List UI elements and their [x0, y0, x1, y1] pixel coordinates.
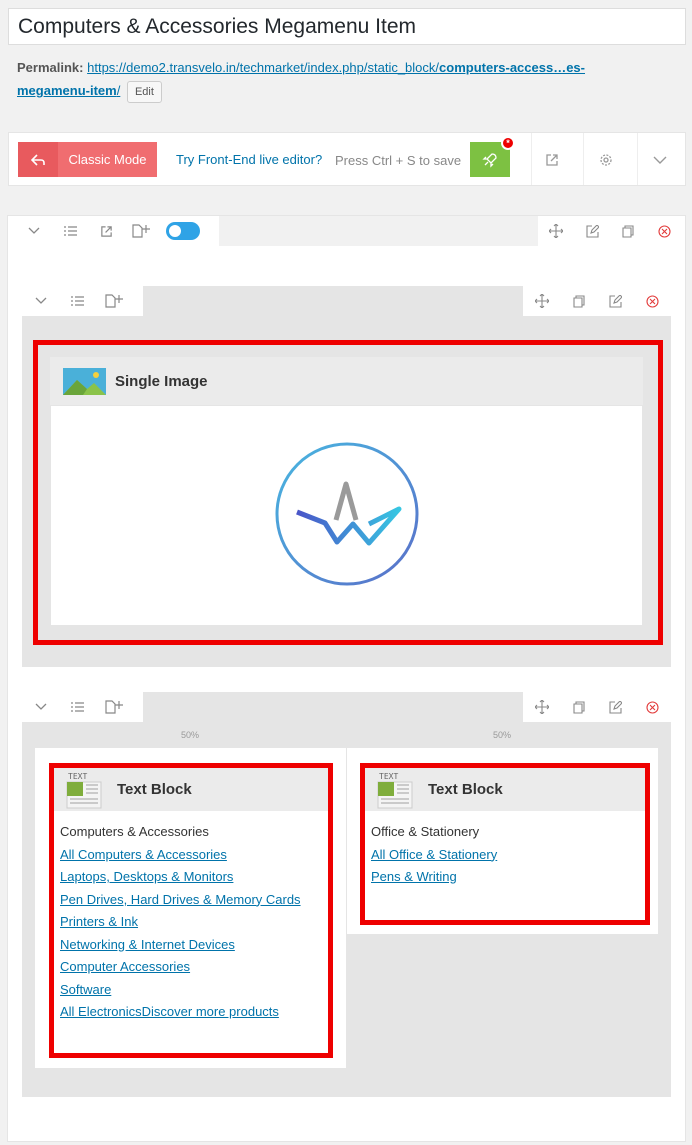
move-icon[interactable] — [538, 216, 574, 246]
delete-icon[interactable] — [634, 692, 671, 722]
save-hint: Press Ctrl + S to save — [335, 153, 462, 168]
move-icon[interactable] — [523, 286, 560, 316]
chevron-down-icon[interactable] — [22, 286, 59, 316]
chevron-down-icon[interactable] — [650, 150, 670, 170]
menu-link[interactable]: Laptops, Desktops & Monitors — [60, 866, 301, 889]
delete-icon[interactable] — [646, 216, 682, 246]
add-column-icon[interactable] — [96, 286, 133, 316]
text-block-2-title: Text Block — [428, 781, 503, 798]
share-icon[interactable] — [542, 150, 562, 170]
edit-permalink-button[interactable]: Edit — [126, 80, 162, 103]
classic-mode-button[interactable]: Classic Mode — [18, 142, 157, 177]
row-controls-right — [523, 692, 671, 722]
text-block-icon-label: TEXT — [68, 772, 87, 781]
chevron-down-icon[interactable] — [22, 692, 59, 722]
menu-link[interactable]: All Computers & Accessories — [60, 844, 301, 867]
chevron-down-icon[interactable] — [16, 216, 52, 246]
permalink-label: Permalink: — [17, 60, 84, 75]
single-image-body — [50, 405, 643, 626]
text-block-2-content: Office & Stationery All Office & Station… — [371, 821, 497, 889]
clone-icon[interactable] — [560, 286, 597, 316]
delete-icon[interactable] — [634, 286, 671, 316]
unsaved-badge: * — [501, 136, 515, 150]
row-single-image: Single Image — [22, 286, 671, 667]
text-block-1-title: Text Block — [117, 781, 192, 798]
image-icon — [63, 367, 106, 395]
post-title-text: Computers & Accessories Megamenu Item — [18, 14, 416, 38]
text-block-1-header[interactable]: TEXT Text Block — [54, 768, 328, 811]
text-block-2-heading: Office & Stationery — [371, 824, 480, 839]
row-controls-right — [523, 286, 671, 316]
menu-link[interactable]: Pens & Writing — [371, 866, 497, 889]
text-block-icon: TEXT — [377, 772, 413, 808]
move-icon[interactable] — [523, 692, 560, 722]
list-icon[interactable] — [59, 692, 96, 722]
permalink-link[interactable]: https://demo2.transvelo.in/techmarket/in… — [17, 60, 585, 98]
clone-icon[interactable] — [610, 216, 646, 246]
section-controls-left — [8, 216, 219, 246]
edit-icon[interactable] — [597, 692, 634, 722]
row-controls-left — [22, 692, 143, 722]
text-block-1-heading: Computers & Accessories — [60, 824, 209, 839]
text-block-icon: TEXT — [66, 772, 102, 808]
section-toggle[interactable] — [166, 222, 200, 240]
clone-icon[interactable] — [560, 692, 597, 722]
editor-panel: Single Image 50% TEXT Text Block Compute… — [7, 215, 686, 1142]
list-icon[interactable] — [52, 216, 88, 246]
menu-link[interactable]: Computer Accessories — [60, 956, 301, 979]
menu-link[interactable]: Software — [60, 979, 301, 1002]
column-width-label: 50% — [181, 730, 200, 740]
row-text-blocks: 50% TEXT Text Block Computers & Accessor… — [22, 692, 671, 1097]
menu-link[interactable]: Printers & Ink — [60, 911, 301, 934]
menu-link[interactable]: Networking & Internet Devices — [60, 934, 301, 957]
column-width-label: 50% — [493, 730, 512, 740]
rocket-icon — [482, 152, 497, 168]
toolbar-divider — [531, 133, 532, 185]
single-image-title: Single Image — [115, 372, 208, 390]
logo-image — [275, 442, 419, 586]
add-column-icon[interactable] — [96, 692, 133, 722]
list-icon[interactable] — [59, 286, 96, 316]
permalink-url-prefix: https://demo2.transvelo.in/techmarket/in… — [87, 60, 440, 75]
menu-link[interactable]: All Office & Stationery — [371, 844, 497, 867]
edit-icon[interactable] — [597, 286, 634, 316]
menu-link[interactable]: Pen Drives, Hard Drives & Memory Cards — [60, 889, 301, 912]
share-icon[interactable] — [88, 216, 124, 246]
add-element-icon[interactable] — [124, 216, 160, 246]
section-controls-bar — [8, 216, 685, 246]
frontend-editor-link[interactable]: Try Front-End live editor? — [176, 152, 322, 167]
section-controls-right — [538, 216, 685, 246]
single-image-header[interactable]: Single Image — [50, 357, 643, 405]
permalink-slug-part1: computers-access…es- — [439, 60, 585, 75]
edit-icon[interactable] — [574, 216, 610, 246]
text-block-icon-label: TEXT — [379, 772, 398, 781]
row-controls-bar — [22, 692, 671, 722]
row-controls-bar — [22, 286, 671, 316]
row-controls-left — [22, 286, 143, 316]
classic-mode-label: Classic Mode — [68, 152, 147, 167]
text-block-2-header[interactable]: TEXT Text Block — [365, 768, 645, 811]
post-title-input[interactable]: Computers & Accessories Megamenu Item — [8, 8, 686, 45]
editor-toolbar: Classic Mode Try Front-End live editor? … — [8, 132, 686, 186]
toolbar-divider — [637, 133, 638, 185]
permalink-url-suffix: / — [116, 83, 121, 98]
back-arrow-icon — [18, 142, 58, 177]
toolbar-divider — [583, 133, 584, 185]
text-block-1-content: Computers & Accessories All Computers & … — [60, 821, 301, 1024]
gear-icon[interactable] — [596, 150, 616, 170]
permalink: Permalink: https://demo2.transvelo.in/te… — [17, 56, 677, 103]
menu-link[interactable]: All ElectronicsDiscover more products — [60, 1001, 301, 1024]
permalink-slug-part2: megamenu-item — [17, 83, 117, 98]
